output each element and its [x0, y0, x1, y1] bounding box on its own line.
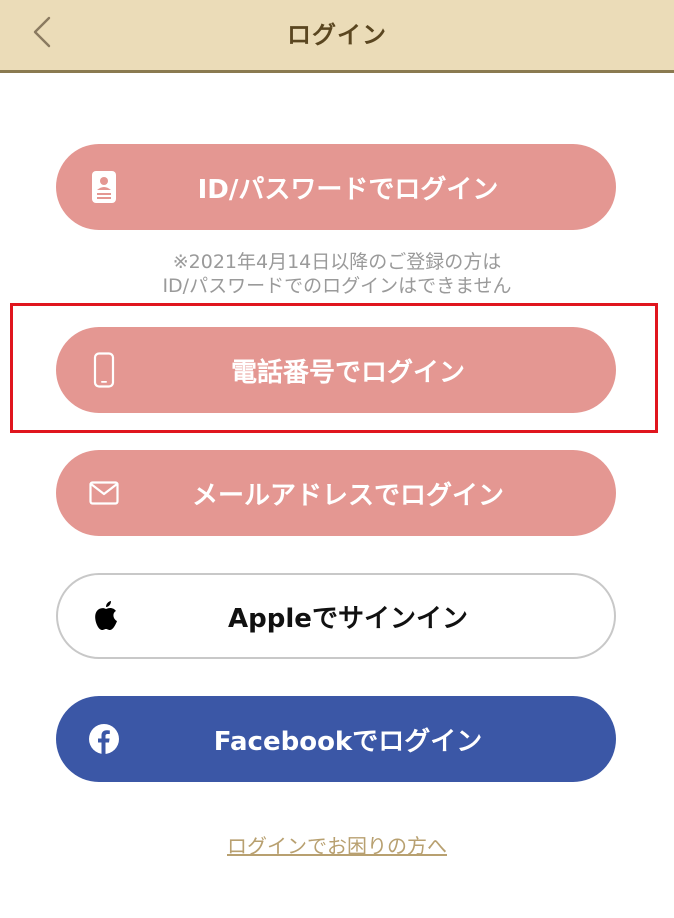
id-card-icon: [88, 169, 120, 205]
facebook-logo-icon: [88, 721, 120, 757]
id-password-login-button[interactable]: ID/パスワードでログイン: [56, 144, 616, 230]
smartphone-icon: [88, 352, 120, 388]
email-login-button[interactable]: メールアドレスでログイン: [56, 450, 616, 536]
apple-signin-label: Appleでサインイン: [228, 603, 468, 634]
notice-line-2: ID/パスワードでのログインはできません: [162, 275, 512, 297]
login-help-link[interactable]: ログインでお困りの方へ: [227, 834, 447, 858]
id-login-notice: ※2021年4月14日以降のご登録の方は ID/パスワードでのログインはできませ…: [0, 250, 674, 298]
page-title: ログイン: [287, 21, 387, 49]
apple-logo-icon: [90, 598, 122, 634]
phone-login-button[interactable]: 電話番号でログイン: [56, 327, 616, 413]
phone-login-label: 電話番号でログイン: [230, 357, 465, 388]
header-bar: ログイン: [0, 0, 674, 73]
id-password-login-label: ID/パスワードでログイン: [197, 174, 499, 205]
help-link-container: ログインでお困りの方へ: [0, 830, 674, 859]
facebook-login-button[interactable]: Facebookでログイン: [56, 696, 616, 782]
notice-line-1: ※2021年4月14日以降のご登録の方は: [172, 251, 502, 273]
envelope-icon: [88, 475, 120, 511]
apple-signin-button[interactable]: Appleでサインイン: [56, 573, 616, 659]
email-login-label: メールアドレスでログイン: [191, 480, 504, 511]
facebook-login-label: Facebookでログイン: [213, 726, 483, 757]
